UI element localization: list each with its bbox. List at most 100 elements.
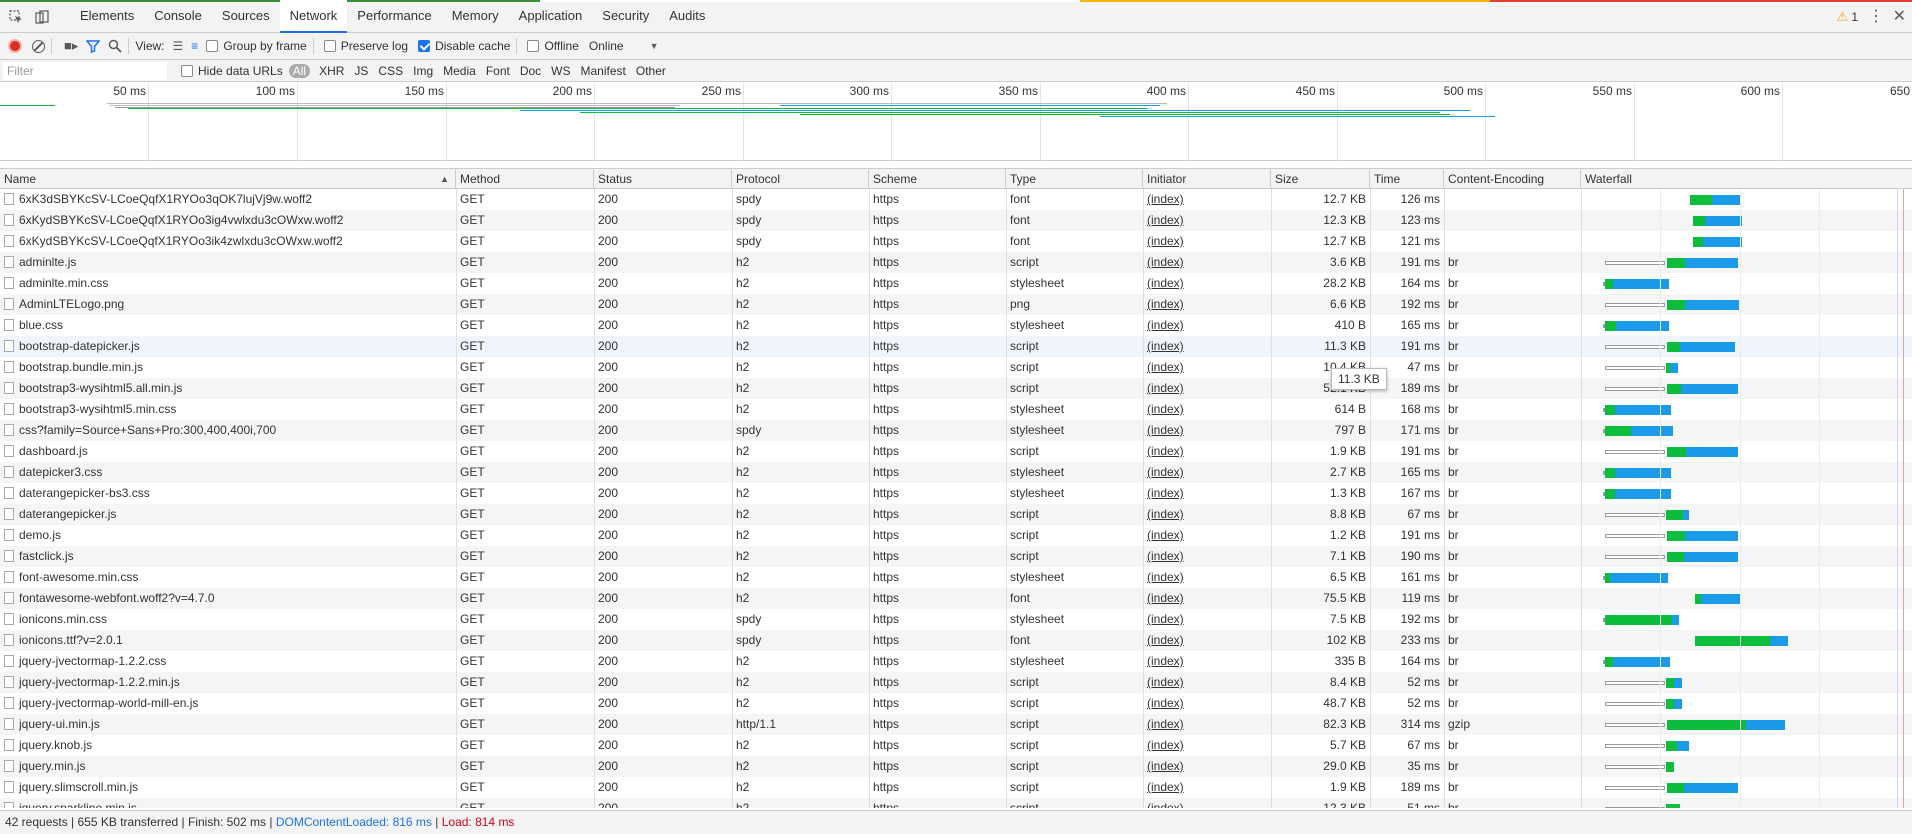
initiator-link[interactable]: (index) [1147,759,1184,773]
filter-type-js[interactable]: JS [349,64,373,78]
table-row[interactable]: 6xK3dSBYKcSV-LCoeQqfX1RYOo3qOK7lujVj9w.w… [0,189,1912,210]
request-initiator-cell[interactable]: (index) [1143,294,1271,315]
request-initiator-cell[interactable]: (index) [1143,273,1271,294]
request-name-cell[interactable]: jquery-jvectormap-1.2.2.min.js [0,672,456,693]
waterfall-cell[interactable] [1585,231,1905,252]
table-row[interactable]: bootstrap3-wysihtml5.min.css GET 200 h2 http… [0,399,1912,420]
waterfall-cell[interactable] [1585,651,1905,672]
request-name-cell[interactable]: jquery-jvectormap-world-mill-en.js [0,693,456,714]
waterfall-cell[interactable] [1585,567,1905,588]
table-row[interactable]: daterangepicker-bs3.css GET 200 h2 https styl… [0,483,1912,504]
request-name-cell[interactable]: demo.js [0,525,456,546]
request-name-cell[interactable]: jquery-jvectormap-1.2.2.css [0,651,456,672]
filter-type-other[interactable]: Other [631,64,671,78]
waterfall-cell[interactable] [1585,714,1905,735]
waterfall-cell[interactable] [1585,735,1905,756]
request-name-cell[interactable]: adminlte.min.css [0,273,456,294]
request-initiator-cell[interactable]: (index) [1143,714,1271,735]
column-header-size[interactable]: Size [1271,169,1370,189]
request-name-cell[interactable]: AdminLTELogo.png [0,294,456,315]
column-header-method[interactable]: Method [456,169,594,189]
request-initiator-cell[interactable]: (index) [1143,735,1271,756]
table-row[interactable]: jquery.slimscroll.min.js GET 200 h2 https scr… [0,777,1912,798]
tab-memory[interactable]: Memory [442,0,509,33]
offline-checkbox[interactable]: Offline [523,33,579,60]
table-row[interactable]: AdminLTELogo.png GET 200 h2 https png (index) 6… [0,294,1912,315]
filter-input[interactable]: Filter [3,61,167,80]
initiator-link[interactable]: (index) [1147,318,1184,332]
request-name-cell[interactable]: css?family=Source+Sans+Pro:300,400,400i,… [0,420,456,441]
request-initiator-cell[interactable]: (index) [1143,546,1271,567]
table-row[interactable]: css?family=Source+Sans+Pro:300,400,400i,… [0,420,1912,441]
column-header-waterfall[interactable]: Waterfall [1581,169,1912,189]
request-initiator-cell[interactable]: (index) [1143,651,1271,672]
waterfall-cell[interactable] [1585,357,1905,378]
initiator-link[interactable]: (index) [1147,360,1184,374]
table-row[interactable]: demo.js GET 200 h2 https script (index) 1.2 KB 1… [0,525,1912,546]
request-name-cell[interactable]: jquery.min.js [0,756,456,777]
request-initiator-cell[interactable]: (index) [1143,357,1271,378]
request-name-cell[interactable]: blue.css [0,315,456,336]
tab-security[interactable]: Security [592,0,659,33]
request-initiator-cell[interactable]: (index) [1143,210,1271,231]
table-row[interactable]: jquery-ui.min.js GET 200 http/1.1 https scrip… [0,714,1912,735]
waterfall-cell[interactable] [1585,588,1905,609]
request-initiator-cell[interactable]: (index) [1143,189,1271,210]
request-name-cell[interactable]: dashboard.js [0,441,456,462]
throttling-select[interactable]: Online ▼ [579,33,659,60]
table-row[interactable]: bootstrap.bundle.min.js GET 200 h2 https scri… [0,357,1912,378]
request-name-cell[interactable]: fastclick.js [0,546,456,567]
request-initiator-cell[interactable]: (index) [1143,462,1271,483]
table-row[interactable]: adminlte.js GET 200 h2 https script (index) 3.6… [0,252,1912,273]
network-overview[interactable]: 50 ms 100 ms 150 ms 200 ms 250 ms 300 ms… [0,83,1912,161]
waterfall-cell[interactable] [1585,609,1905,630]
column-header-content-encoding[interactable]: Content-Encoding [1444,169,1581,189]
request-name-cell[interactable]: ionicons.min.css [0,609,456,630]
request-initiator-cell[interactable]: (index) [1143,504,1271,525]
table-row[interactable]: 6xKydSBYKcSV-LCoeQqfX1RYOo3ik4zwlxdu3cOW… [0,231,1912,252]
initiator-link[interactable]: (index) [1147,234,1184,248]
waterfall-cell[interactable] [1585,777,1905,798]
table-row[interactable]: blue.css GET 200 h2 https stylesheet (index) 41… [0,315,1912,336]
waterfall-cell[interactable] [1585,189,1905,210]
waterfall-cell[interactable] [1585,798,1905,808]
warning-counter[interactable]: ⚠ 1 [1837,9,1858,25]
initiator-link[interactable]: (index) [1147,780,1184,794]
initiator-link[interactable]: (index) [1147,423,1184,437]
filter-type-media[interactable]: Media [438,64,481,78]
capture-screenshots-button[interactable]: ■▸ [58,33,78,60]
request-name-cell[interactable]: daterangepicker-bs3.css [0,483,456,504]
request-initiator-cell[interactable]: (index) [1143,777,1271,798]
table-row[interactable]: jquery.min.js GET 200 h2 https script (index) 2… [0,756,1912,777]
column-header-protocol[interactable]: Protocol [732,169,869,189]
filter-toggle-button[interactable] [78,33,101,60]
waterfall-cell[interactable] [1585,336,1905,357]
large-rows-button[interactable]: ☰ [165,33,184,60]
filter-type-doc[interactable]: Doc [515,64,546,78]
request-initiator-cell[interactable]: (index) [1143,441,1271,462]
initiator-link[interactable]: (index) [1147,654,1184,668]
waterfall-cell[interactable] [1585,378,1905,399]
table-row[interactable]: jquery-jvectormap-1.2.2.css GET 200 h2 https… [0,651,1912,672]
initiator-link[interactable]: (index) [1147,192,1184,206]
waterfall-cell[interactable] [1585,315,1905,336]
request-initiator-cell[interactable]: (index) [1143,630,1271,651]
initiator-link[interactable]: (index) [1147,633,1184,647]
request-name-cell[interactable]: bootstrap3-wysihtml5.min.css [0,399,456,420]
record-button[interactable] [0,33,22,60]
filter-type-font[interactable]: Font [481,64,515,78]
request-initiator-cell[interactable]: (index) [1143,315,1271,336]
tab-performance[interactable]: Performance [347,0,441,33]
initiator-link[interactable]: (index) [1147,507,1184,521]
table-row[interactable]: ionicons.ttf?v=2.0.1 GET 200 spdy https font (… [0,630,1912,651]
waterfall-cell[interactable] [1585,504,1905,525]
request-initiator-cell[interactable]: (index) [1143,378,1271,399]
waterfall-cell[interactable] [1585,210,1905,231]
tab-console[interactable]: Console [144,0,212,33]
initiator-link[interactable]: (index) [1147,528,1184,542]
initiator-link[interactable]: (index) [1147,612,1184,626]
waterfall-cell[interactable] [1585,525,1905,546]
initiator-link[interactable]: (index) [1147,297,1184,311]
table-row[interactable]: ionicons.min.css GET 200 spdy https styleshee… [0,609,1912,630]
filter-type-manifest[interactable]: Manifest [576,64,631,78]
